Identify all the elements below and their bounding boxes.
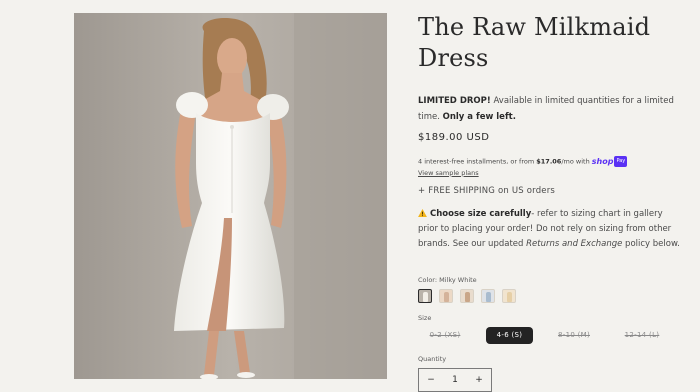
- swatch-figure: [486, 292, 491, 302]
- installments-prefix: 4 interest-free installments, or from: [418, 157, 537, 166]
- product-title: The Raw Milkmaid Dress: [418, 12, 688, 74]
- size-option[interactable]: 0-2 (XS): [418, 327, 472, 344]
- warning-icon: [418, 209, 427, 217]
- installments-suffix: /mo with: [561, 157, 592, 166]
- product-info: The Raw Milkmaid Dress LIMITED DROP! Ava…: [418, 12, 688, 392]
- shop-pay-badge: Pay: [614, 156, 628, 167]
- returns-exchange-text: Returns and Exchange: [526, 239, 623, 249]
- swatch-figure: [423, 292, 428, 302]
- size-option[interactable]: 8-10 (M): [547, 327, 601, 344]
- limited-drop-notice: LIMITED DROP! Available in limited quant…: [418, 93, 686, 125]
- product-image[interactable]: [74, 13, 387, 379]
- swatch-figure: [465, 292, 470, 302]
- swatch-figure: [444, 292, 449, 302]
- size-label: Size: [418, 314, 432, 322]
- quantity-increase-button[interactable]: +: [467, 375, 491, 385]
- color-swatch[interactable]: [502, 289, 516, 303]
- limited-drop-bold: LIMITED DROP!: [418, 96, 491, 106]
- color-swatch[interactable]: [418, 289, 432, 303]
- product-title-line2: Dress: [418, 44, 489, 72]
- size-option[interactable]: 12-14 (L): [615, 327, 669, 344]
- free-shipping-notice: + FREE SHIPPING on US orders: [418, 186, 556, 196]
- product-price: $189.00 USD: [418, 132, 490, 143]
- limited-drop-emphasis: Only a few left.: [442, 112, 516, 122]
- size-options: 0-2 (XS) 4-6 (S) 8-10 (M) 12-14 (L): [418, 327, 683, 344]
- quantity-input[interactable]: 1: [443, 375, 467, 385]
- swatch-figure: [507, 292, 512, 302]
- color-swatch[interactable]: [439, 289, 453, 303]
- product-title-line1: The Raw Milkmaid: [418, 13, 651, 41]
- sizing-warning-tail: policy below.: [622, 239, 680, 249]
- color-swatch[interactable]: [481, 289, 495, 303]
- product-photo: [74, 13, 387, 379]
- installments-amount: $17.06: [536, 157, 562, 166]
- quantity-decrease-button[interactable]: −: [419, 375, 443, 385]
- color-label: Color: Milky White: [418, 276, 477, 284]
- view-sample-plans-link[interactable]: View sample plans: [418, 169, 479, 177]
- color-swatch[interactable]: [460, 289, 474, 303]
- shop-pay-logo: shop: [591, 157, 614, 166]
- sizing-warning-bold: Choose size carefully: [430, 209, 532, 219]
- quantity-stepper: − 1 +: [418, 368, 492, 392]
- sizing-warning: Choose size carefully- refer to sizing c…: [418, 207, 680, 252]
- size-option[interactable]: 4-6 (S): [486, 327, 533, 344]
- color-swatches: [418, 289, 516, 303]
- quantity-label: Quantity: [418, 355, 447, 363]
- installments-info: 4 interest-free installments, or from $1…: [418, 156, 628, 179]
